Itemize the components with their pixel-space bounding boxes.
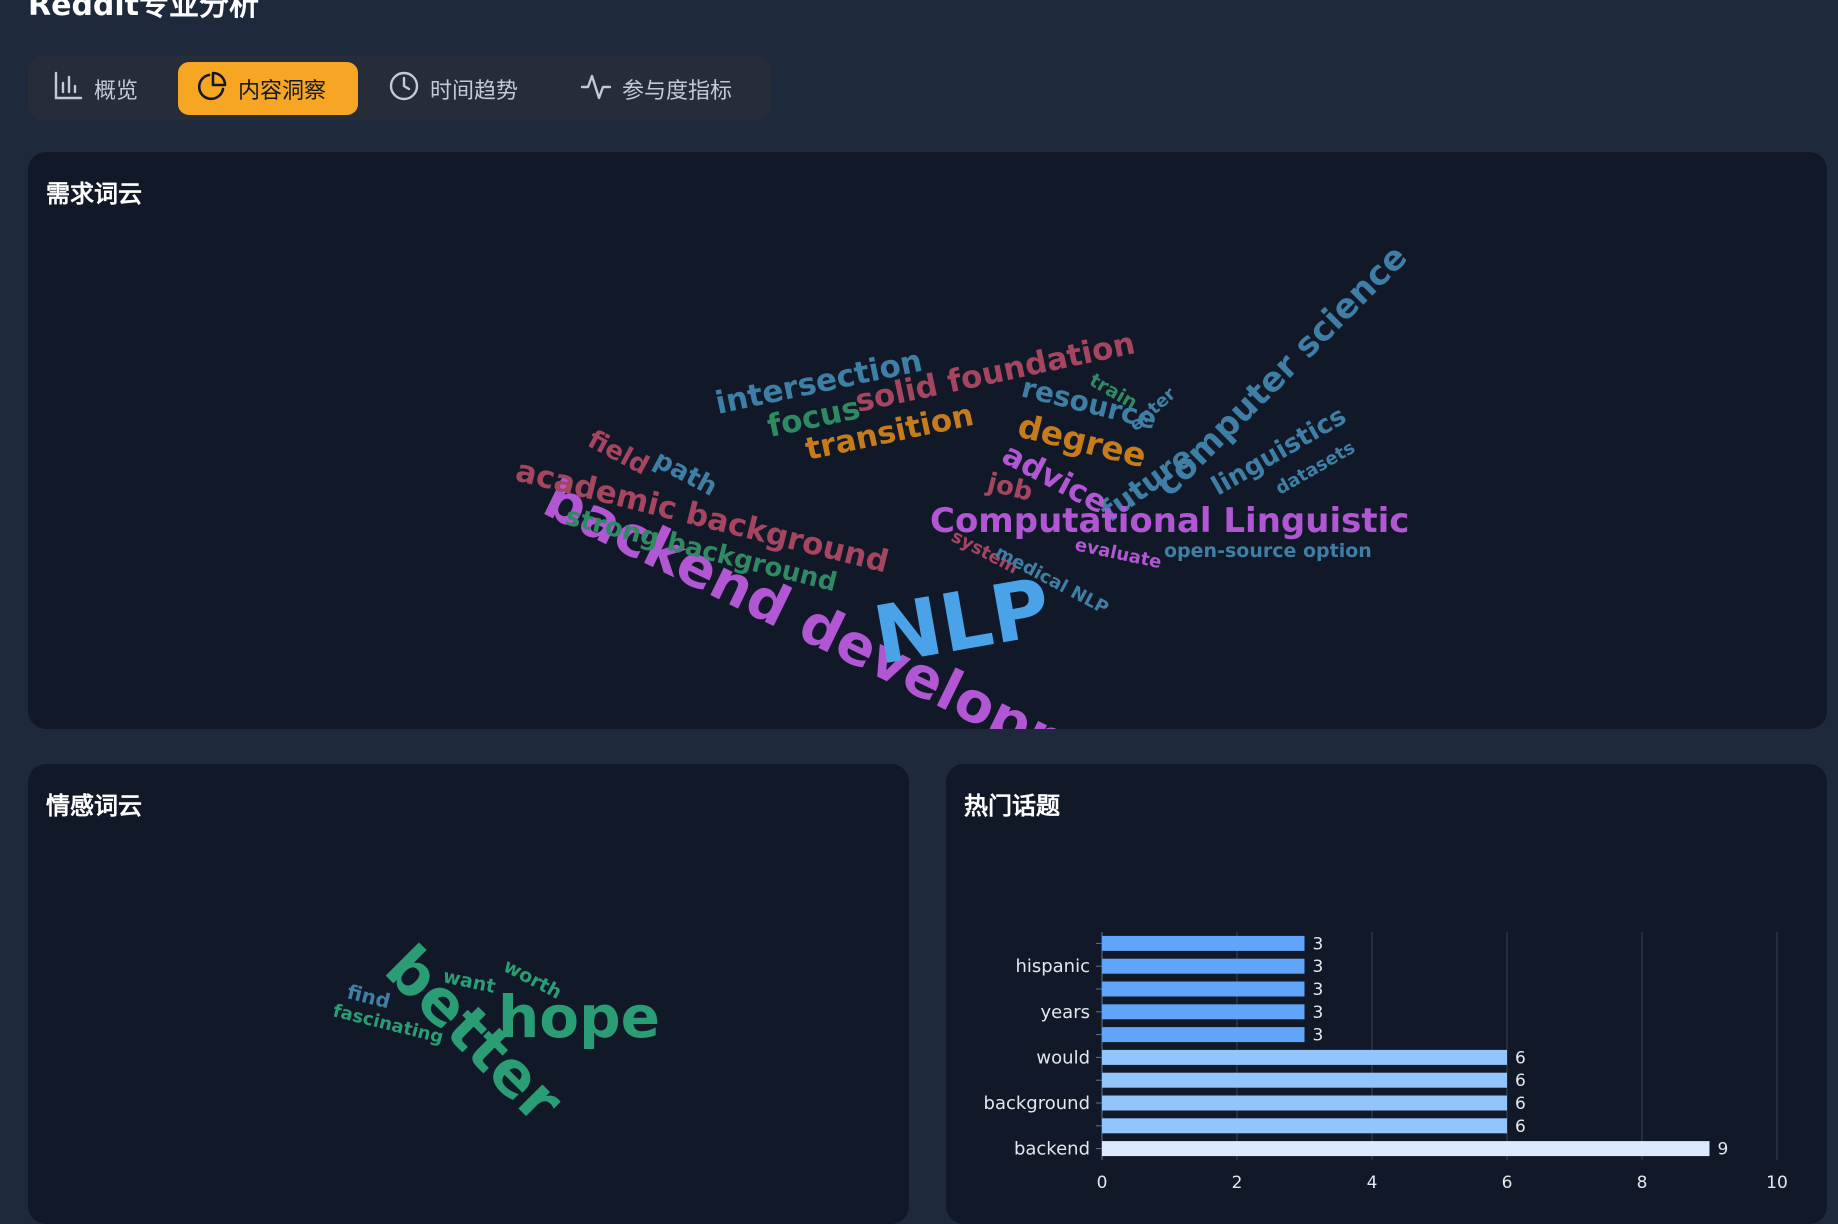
y-category-label: hispanic: [1015, 956, 1090, 977]
tab-content-insight[interactable]: 内容洞察: [178, 62, 358, 115]
bar: [1102, 1118, 1507, 1134]
bar-value-label: 3: [1313, 1026, 1324, 1046]
hot-topics-panel: 热门话题 0 2 4 6 8 10 9 backend 6 6 background 6 6 would 3…: [946, 764, 1827, 1224]
x-tick-label: 10: [1766, 1173, 1788, 1193]
y-category-label: years: [1040, 1002, 1090, 1023]
bar-value-label: 6: [1515, 1094, 1526, 1114]
bar-value-label: 3: [1313, 957, 1324, 977]
bar: [1102, 1141, 1710, 1157]
bar: [1102, 1004, 1305, 1020]
activity-icon: [580, 70, 612, 108]
hot-topics-chart: 0 2 4 6 8 10 9 backend 6 6 background 6 6 would 3 3 year…: [984, 932, 1788, 1193]
demand-word-cloud: backend development NLP intersection sol…: [512, 237, 1415, 729]
word: open-source option: [1164, 540, 1372, 562]
bar-value-label: 6: [1515, 1071, 1526, 1091]
demand-cloud-panel: 需求词云 backend development NLP intersectio…: [28, 152, 1827, 729]
x-tick-label: 0: [1097, 1173, 1108, 1193]
sentiment-cloud-panel: 情感词云 better hope want worth find fascina…: [28, 764, 909, 1224]
pie-chart-icon: [196, 70, 228, 108]
tab-label: 参与度指标: [622, 78, 733, 104]
bar: [1102, 1072, 1507, 1088]
tab-label: 概览: [94, 78, 139, 104]
x-tick-label: 4: [1367, 1173, 1378, 1193]
tab-label: 内容洞察: [238, 78, 327, 104]
y-category-label: backend: [1014, 1139, 1090, 1160]
word: hope: [498, 983, 660, 1051]
tab-bar: 概览 内容洞察 时间趋势 参与度指标: [28, 56, 771, 120]
bar: [1102, 935, 1305, 951]
x-tick-label: 6: [1502, 1173, 1513, 1193]
tab-overview[interactable]: 概览: [34, 62, 184, 115]
x-tick-label: 2: [1232, 1173, 1243, 1193]
y-category-label: would: [1036, 1047, 1090, 1068]
bar-value-label: 3: [1313, 1003, 1324, 1023]
bar-value-label: 3: [1313, 980, 1324, 1000]
bar: [1102, 1095, 1507, 1111]
y-category-label: background: [984, 1093, 1090, 1114]
bar: [1102, 958, 1305, 974]
bar: [1102, 981, 1305, 997]
clock-icon: [388, 70, 420, 108]
bar: [1102, 1027, 1305, 1043]
bar-value-label: 6: [1515, 1117, 1526, 1137]
tab-time-trend[interactable]: 时间趋势: [370, 62, 550, 115]
bar: [1102, 1049, 1507, 1065]
bar-value-label: 6: [1515, 1048, 1526, 1068]
x-tick-label: 8: [1637, 1173, 1648, 1193]
page-title: Reddit专业分析: [28, 0, 260, 23]
bar-chart-icon: [52, 70, 84, 108]
tab-engagement[interactable]: 参与度指标: [562, 62, 767, 115]
bar-value-label: 3: [1313, 934, 1324, 954]
bar-value-label: 9: [1718, 1140, 1729, 1160]
word: Computational Linguistic: [930, 501, 1409, 541]
tab-label: 时间趋势: [430, 78, 519, 104]
sentiment-word-cloud: better hope want worth find fascinating: [331, 931, 660, 1137]
